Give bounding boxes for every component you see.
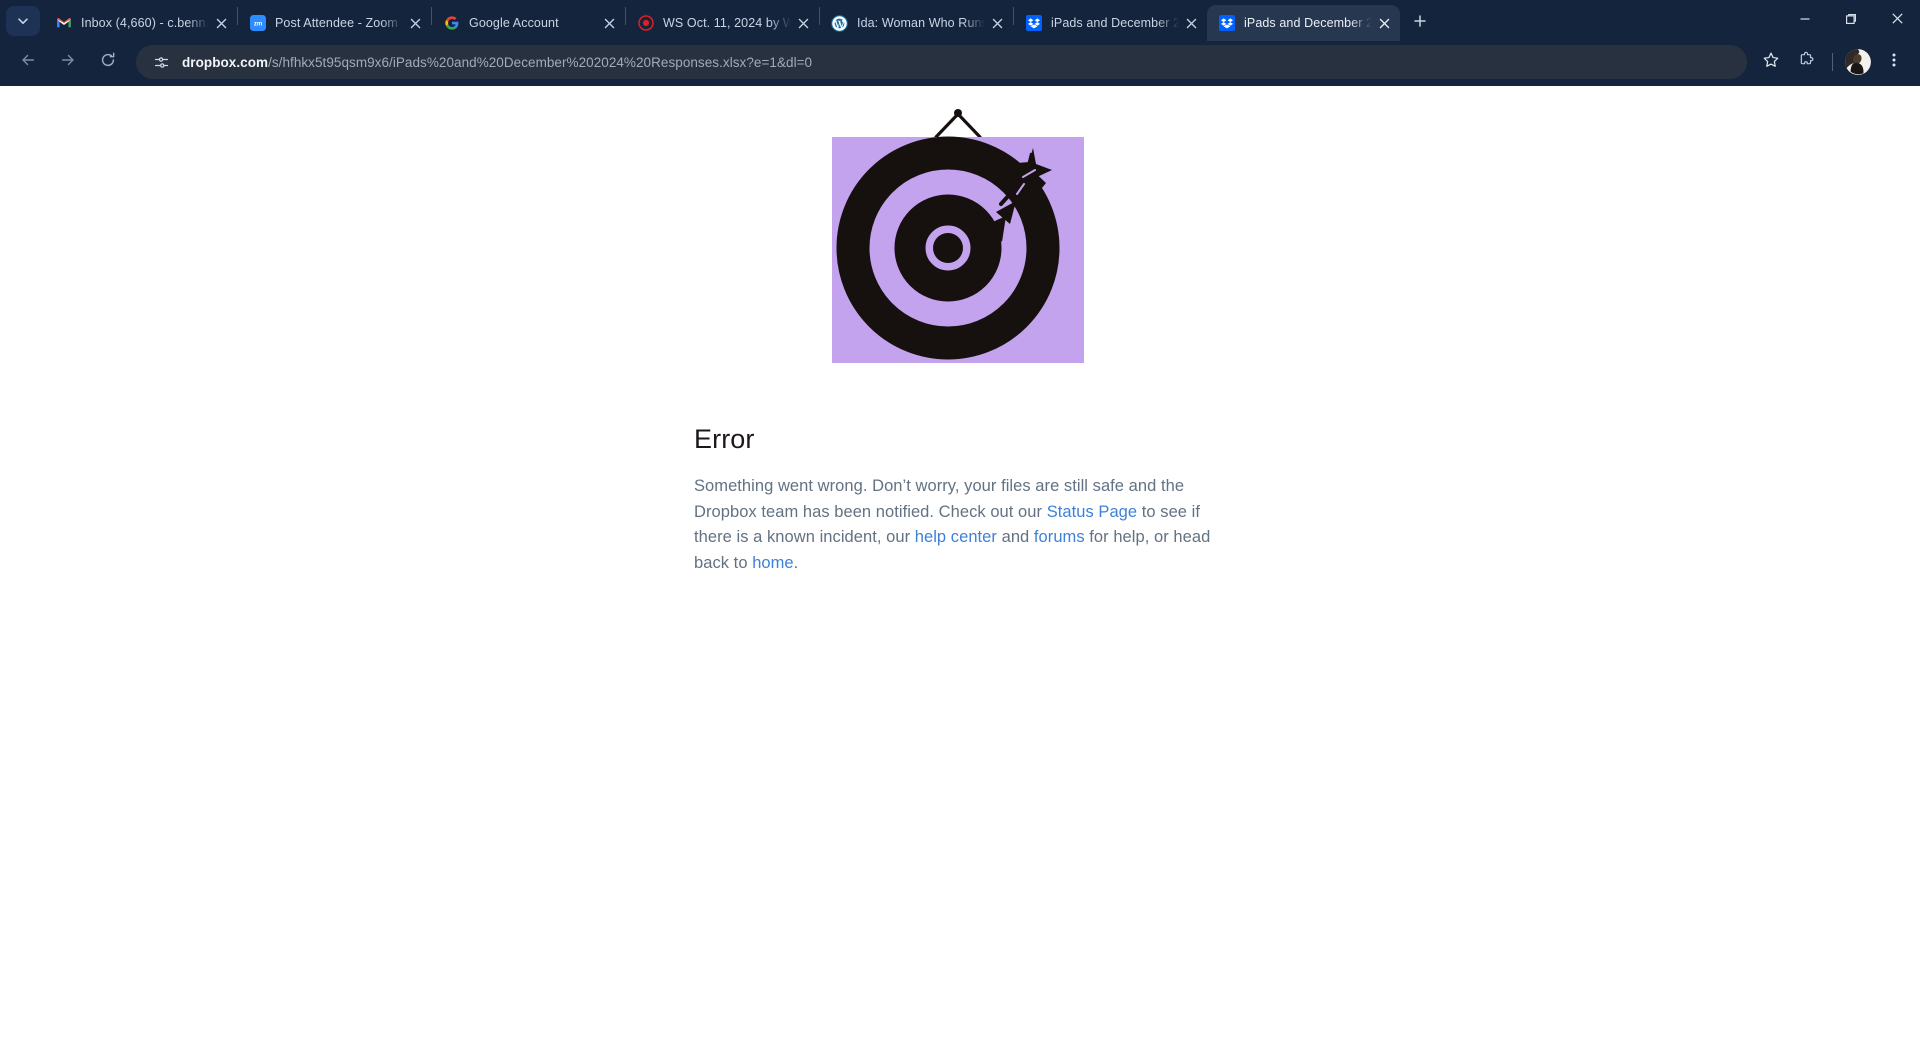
error-text-segment: . [794,554,799,572]
window-controls [1782,0,1920,41]
maximize-icon [1845,12,1857,30]
tab-dropbox-responses-1[interactable]: iPads and December 2024 Resp [1014,5,1207,41]
gmail-icon [55,15,72,32]
minimize-icon [1799,12,1811,30]
url-host: dropbox.com [182,55,268,70]
chevron-down-icon [16,14,30,28]
tab-weekly-sermon[interactable]: WS Oct. 11, 2024 by Weekly Se [626,5,819,41]
close-window-button[interactable] [1874,0,1920,41]
wordpress-icon [831,15,848,32]
tab-zoom[interactable]: zm Post Attendee - Zoom [238,5,431,41]
help-center-link[interactable]: help center [915,528,997,546]
error-container: Error Something went wrong. Don’t worry,… [693,86,1227,576]
reload-button[interactable] [91,45,125,79]
dartboard-illustration [830,104,1090,374]
minimize-button[interactable] [1782,0,1828,41]
url-path: /s/hfhkx5t95qsm9x6/iPads%20and%20Decembe… [268,55,812,70]
tab-close-button[interactable] [211,13,231,33]
forums-link[interactable]: forums [1034,528,1085,546]
zoom-icon: zm [249,15,266,32]
target-record-icon [637,15,654,32]
back-arrow-icon [19,51,37,74]
tab-title: Ida: Woman Who Runs With th [857,15,985,31]
tab-strip: Inbox (4,660) - c.benn.140@gm zm Post At… [0,0,1920,41]
tune-sliders-icon[interactable] [148,49,174,75]
browser-window: Inbox (4,660) - c.benn.140@gm zm Post At… [0,0,1920,1040]
extensions-button[interactable] [1791,46,1823,78]
tab-close-button[interactable] [987,13,1007,33]
dropbox-icon [1025,15,1042,32]
maximize-button[interactable] [1828,0,1874,41]
chrome-menu-button[interactable] [1878,46,1910,78]
google-icon [443,15,460,32]
home-link[interactable]: home [752,554,793,572]
address-bar[interactable]: dropbox.com/s/hfhkx5t95qsm9x6/iPads%20an… [136,45,1747,79]
tab-title: Post Attendee - Zoom [275,15,403,31]
reload-icon [99,51,117,74]
three-dot-menu-icon [1886,52,1902,73]
tab-close-button[interactable] [405,13,425,33]
profile-button[interactable] [1842,46,1874,78]
forward-arrow-icon [59,51,77,74]
browser-toolbar: dropbox.com/s/hfhkx5t95qsm9x6/iPads%20an… [0,41,1920,86]
tab-title: Inbox (4,660) - c.benn.140@gm [81,15,209,31]
status-page-link[interactable]: Status Page [1047,503,1137,521]
close-icon [1891,12,1904,30]
page-title: Error [694,424,1227,455]
tab-close-button[interactable] [793,13,813,33]
tab-ida-article[interactable]: Ida: Woman Who Runs With th [820,5,1013,41]
tab-dropbox-responses-2-active[interactable]: iPads and December 2024 Resp [1207,5,1400,41]
tab-title: WS Oct. 11, 2024 by Weekly Se [663,15,791,31]
tab-inbox[interactable]: Inbox (4,660) - c.benn.140@gm [44,5,237,41]
tab-close-button[interactable] [599,13,619,33]
toolbar-divider [1832,53,1833,71]
tab-title: iPads and December 2024 Resp [1051,15,1179,31]
back-button[interactable] [11,45,45,79]
svg-text:zm: zm [253,22,261,28]
plus-icon [1413,14,1427,33]
star-outline-icon [1762,51,1780,74]
url-text: dropbox.com/s/hfhkx5t95qsm9x6/iPads%20an… [182,55,812,70]
dropbox-icon [1218,15,1235,32]
puzzle-piece-icon [1798,51,1816,74]
forward-button[interactable] [51,45,85,79]
tab-google-account[interactable]: Google Account [432,5,625,41]
new-tab-button[interactable] [1406,9,1434,37]
tab-close-button[interactable] [1374,13,1394,33]
bookmark-button[interactable] [1755,46,1787,78]
tab-close-button[interactable] [1181,13,1201,33]
tab-title: Google Account [469,15,597,31]
tab-title: iPads and December 2024 Resp [1244,15,1372,31]
tab-search-button[interactable] [6,6,40,36]
avatar [1845,49,1871,75]
error-text-segment: and [997,528,1034,546]
error-description: Something went wrong. Don’t worry, your … [694,474,1227,576]
page-content: Error Something went wrong. Don’t worry,… [0,86,1920,1040]
